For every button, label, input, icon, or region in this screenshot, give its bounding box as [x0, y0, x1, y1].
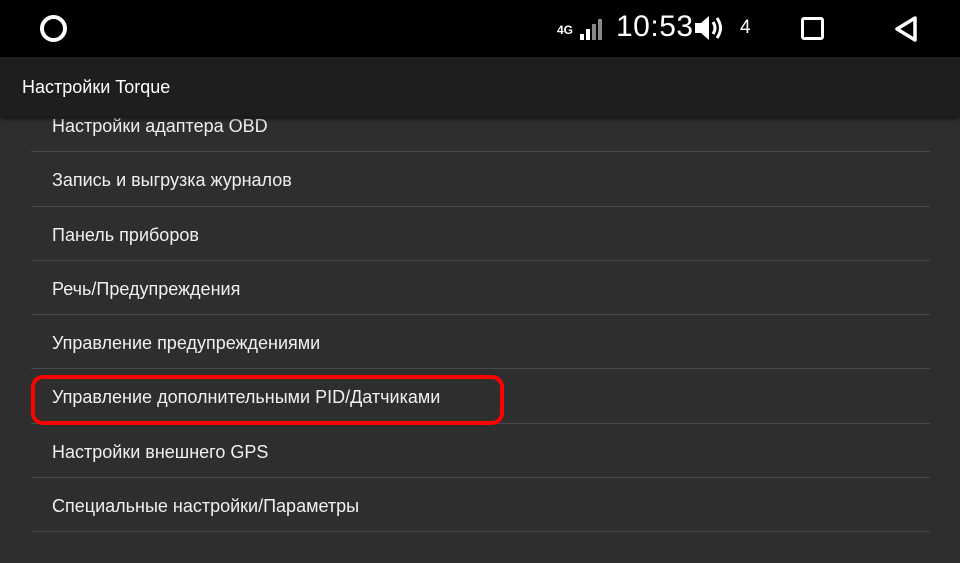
- home-circle-icon[interactable]: [40, 15, 67, 42]
- settings-item-label: Запись и выгрузка журналов: [52, 170, 292, 191]
- settings-item-alert-management[interactable]: Управление предупреждениями: [31, 315, 930, 370]
- settings-item-log-recording[interactable]: Запись и выгрузка журналов: [31, 152, 930, 207]
- network-type-label: 4G: [557, 23, 574, 37]
- settings-item-speech-alerts[interactable]: Речь/Предупреждения: [31, 261, 930, 316]
- settings-item-dashboard[interactable]: Панель приборов: [31, 207, 930, 261]
- page-title: Настройки Torque: [22, 77, 171, 97]
- settings-item-label: Специальные настройки/Параметры: [52, 496, 360, 517]
- volume-level: 4: [740, 17, 751, 38]
- clock: 10:53: [616, 10, 694, 43]
- highlight-annotation: [31, 375, 504, 425]
- status-bar: 4G 10:53 4: [0, 0, 960, 57]
- settings-item-label: Настройки внешнего GPS: [52, 441, 269, 462]
- settings-item-label: Настройки адаптера OBD: [52, 116, 268, 136]
- settings-item-label: Панель приборов: [52, 224, 199, 245]
- settings-item-label: Управление предупреждениями: [52, 333, 321, 354]
- settings-item-special-settings[interactable]: Специальные настройки/Параметры: [31, 478, 930, 533]
- signal-icon: [580, 19, 602, 40]
- volume-icon[interactable]: [693, 13, 725, 43]
- settings-list: Настройки адаптера OBD Запись и выгрузка…: [0, 98, 960, 533]
- app-bar: Настройки Torque: [0, 57, 960, 116]
- settings-item-label: Речь/Предупреждения: [52, 278, 241, 299]
- recents-icon[interactable]: [801, 17, 824, 40]
- back-icon[interactable]: [893, 15, 919, 43]
- settings-item-external-gps[interactable]: Настройки внешнего GPS: [31, 424, 930, 479]
